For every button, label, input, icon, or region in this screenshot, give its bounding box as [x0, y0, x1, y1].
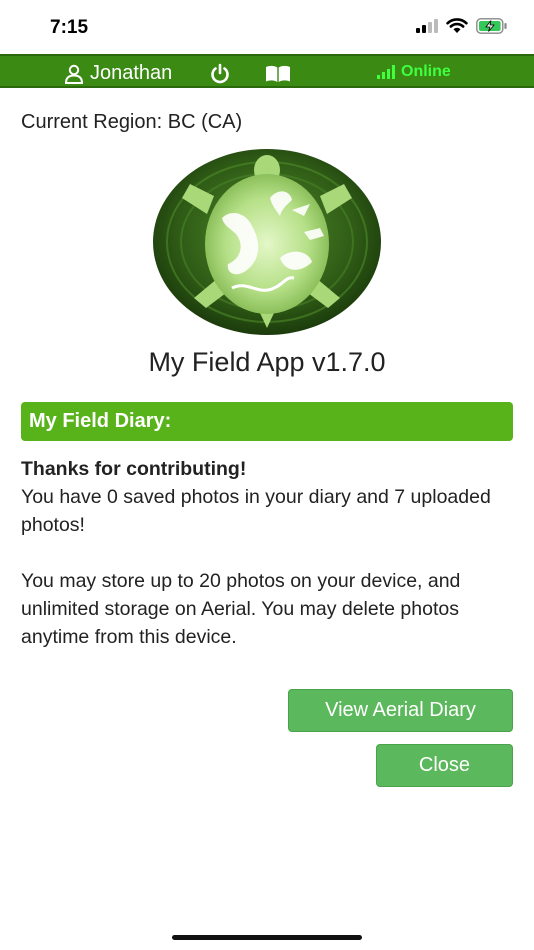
signal-bars-icon [377, 65, 395, 79]
book-icon [266, 65, 290, 82]
online-label: Online [401, 63, 451, 80]
user-icon [64, 64, 84, 84]
current-region: Current Region: BC (CA) [21, 111, 243, 133]
diary-book-button[interactable] [265, 65, 291, 88]
battery-charging-icon [476, 18, 507, 34]
diary-info: Thanks for contributing! You have 0 save… [21, 455, 516, 651]
cellular-signal-icon [416, 19, 438, 33]
status-bar: 7:15 [0, 0, 534, 54]
logout-button[interactable] [209, 63, 231, 90]
diary-section-header: My Field Diary: [21, 402, 513, 441]
power-icon [211, 63, 229, 84]
app-bar: Jonathan Online [0, 54, 534, 88]
close-button[interactable]: Close [376, 744, 513, 787]
connection-status: Online [377, 63, 451, 81]
wifi-icon [446, 18, 468, 33]
saved-photos-text: You have 0 saved photos in your diary an… [21, 486, 491, 536]
user-account-button[interactable]: Jonathan [64, 62, 172, 85]
status-icons [416, 18, 508, 34]
app-logo-turtle-icon [153, 149, 381, 335]
storage-info-text: You may store up to 20 photos on your de… [21, 570, 461, 648]
home-indicator[interactable] [172, 935, 362, 940]
app-title: My Field App v1.7.0 [148, 347, 386, 377]
view-aerial-diary-button[interactable]: View Aerial Diary [288, 689, 513, 732]
user-name: Jonathan [90, 62, 173, 84]
thanks-heading: Thanks for contributing! [21, 458, 247, 480]
status-time: 7:15 [50, 17, 89, 38]
